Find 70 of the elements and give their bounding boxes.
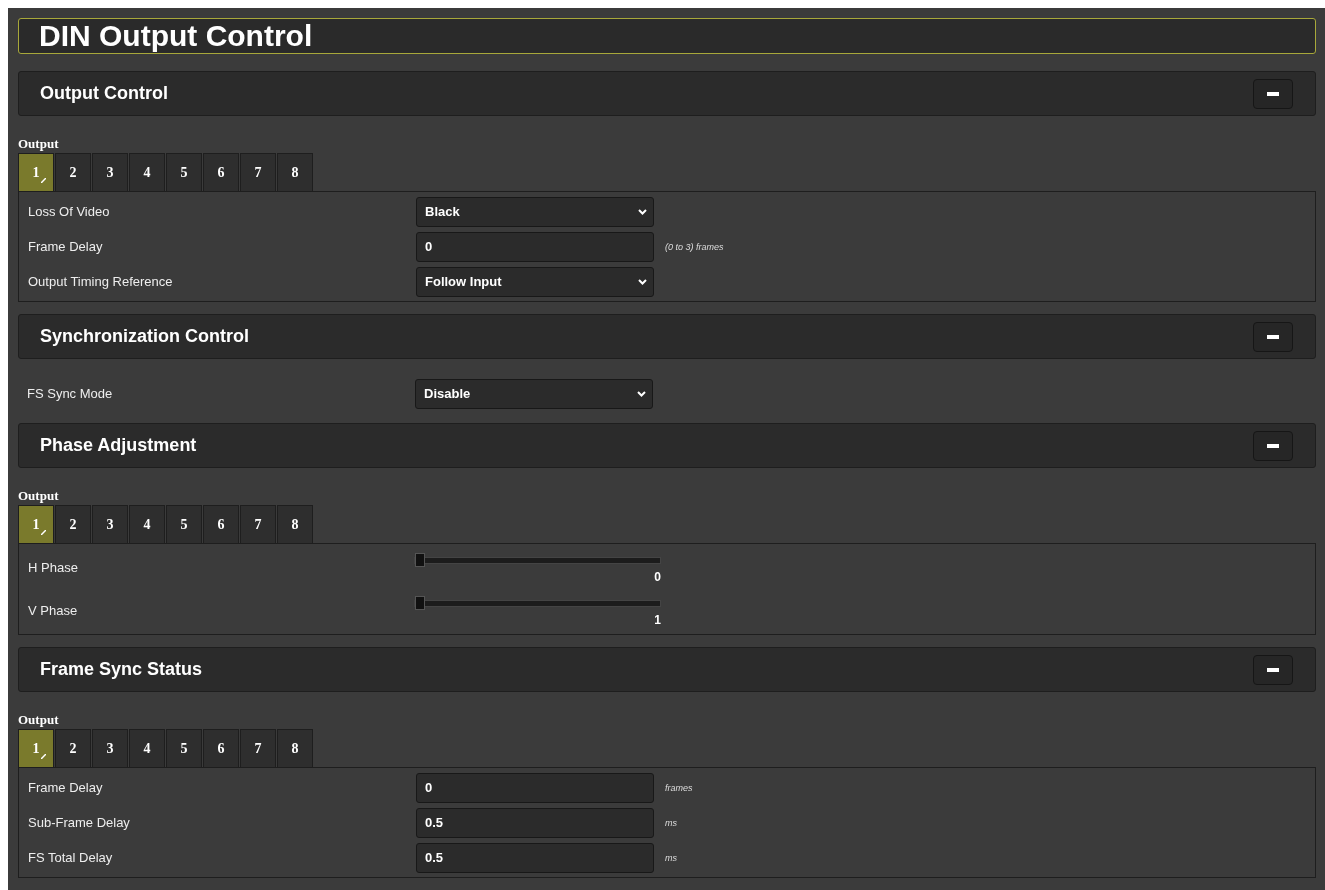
field-label: Sub-Frame Delay bbox=[28, 815, 131, 830]
field-label: H Phase bbox=[28, 560, 79, 575]
field-label: V Phase bbox=[28, 603, 79, 618]
collapse-button[interactable] bbox=[1253, 321, 1293, 352]
dropdown[interactable]: Black bbox=[416, 196, 654, 227]
minus-icon bbox=[1267, 334, 1279, 339]
slider-value: 1 bbox=[654, 613, 661, 627]
tabs-label: Output bbox=[18, 712, 60, 727]
output-tab[interactable]: 1 bbox=[18, 153, 54, 191]
section-title: Frame Sync Status bbox=[40, 659, 203, 680]
collapse-button[interactable] bbox=[1253, 654, 1293, 685]
chevron-icon bbox=[638, 278, 647, 285]
output-tab[interactable]: 6 bbox=[203, 153, 239, 191]
dropdown[interactable]: Disable bbox=[415, 378, 653, 409]
output-tab[interactable]: 5 bbox=[166, 505, 202, 543]
dropdown[interactable]: Follow Input bbox=[416, 266, 654, 297]
slash-icon bbox=[41, 530, 46, 535]
output-tab[interactable]: 2 bbox=[55, 153, 91, 191]
output-tab[interactable]: 1 bbox=[18, 729, 54, 767]
output-tab[interactable]: 8 bbox=[277, 153, 313, 191]
output-tab[interactable]: 6 bbox=[203, 505, 239, 543]
field-label: FS Sync Mode bbox=[27, 386, 114, 401]
field-label: FS Total Delay bbox=[28, 850, 114, 865]
output-tab[interactable]: 7 bbox=[240, 505, 276, 543]
slash-icon bbox=[41, 754, 46, 759]
output-tab[interactable]: 3 bbox=[92, 729, 128, 767]
output-tab[interactable]: 4 bbox=[129, 505, 165, 543]
unit-label: frames bbox=[665, 782, 693, 793]
collapse-button[interactable] bbox=[1253, 430, 1293, 461]
tabs-label: Output bbox=[18, 488, 60, 503]
output-tab[interactable]: 8 bbox=[277, 729, 313, 767]
output-tab[interactable]: 7 bbox=[240, 153, 276, 191]
chevron-icon bbox=[638, 208, 647, 215]
output-tab[interactable]: 4 bbox=[129, 153, 165, 191]
output-tab[interactable]: 2 bbox=[55, 729, 91, 767]
output-tab[interactable]: 7 bbox=[240, 729, 276, 767]
slider-thumb[interactable] bbox=[415, 553, 425, 567]
input-field[interactable]: 0 bbox=[416, 231, 654, 262]
output-tab[interactable]: 5 bbox=[166, 729, 202, 767]
collapse-button[interactable] bbox=[1253, 78, 1293, 109]
section-title: Output Control bbox=[40, 83, 168, 104]
section-title: Phase Adjustment bbox=[40, 435, 197, 456]
unit-label: (0 to 3) frames bbox=[665, 241, 724, 252]
input-field[interactable]: 0.5 bbox=[416, 807, 654, 838]
chevron-icon bbox=[637, 390, 646, 397]
output-tab[interactable]: 2 bbox=[55, 505, 91, 543]
minus-icon bbox=[1267, 667, 1279, 672]
output-tab[interactable]: 1 bbox=[18, 505, 54, 543]
field-label: Loss Of Video bbox=[28, 204, 111, 219]
output-tab[interactable]: 3 bbox=[92, 505, 128, 543]
output-tab[interactable]: 6 bbox=[203, 729, 239, 767]
slider-value: 0 bbox=[654, 570, 661, 584]
unit-label: ms bbox=[665, 817, 677, 828]
slash-icon bbox=[41, 178, 46, 183]
slider-thumb[interactable] bbox=[415, 596, 425, 610]
input-field[interactable]: 0 bbox=[416, 772, 654, 803]
output-tab[interactable]: 5 bbox=[166, 153, 202, 191]
minus-icon bbox=[1267, 443, 1279, 448]
output-tab[interactable]: 3 bbox=[92, 153, 128, 191]
minus-icon bbox=[1267, 91, 1279, 96]
page-title: DIN Output Control bbox=[39, 19, 313, 53]
tabs-label: Output bbox=[18, 136, 60, 151]
unit-label: ms bbox=[665, 852, 677, 863]
output-tab[interactable]: 4 bbox=[129, 729, 165, 767]
input-field[interactable]: 0.5 bbox=[416, 842, 654, 873]
output-tab[interactable]: 8 bbox=[277, 505, 313, 543]
field-label: Frame Delay bbox=[28, 780, 104, 795]
field-label: Frame Delay bbox=[28, 239, 104, 254]
section-title: Synchronization Control bbox=[40, 326, 249, 347]
field-label: Output Timing Reference bbox=[28, 274, 174, 289]
